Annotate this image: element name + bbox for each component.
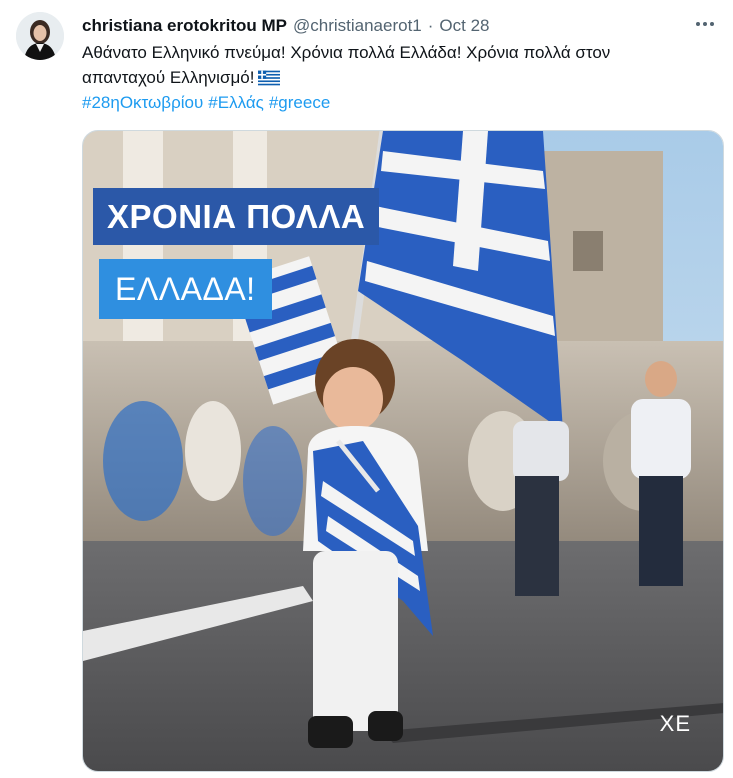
hashtag-link[interactable]: #greece	[269, 93, 330, 112]
tweet-header: christiana erotokritou MP @christianaero…	[82, 14, 673, 38]
hashtag-link[interactable]: #Ελλάς	[208, 93, 264, 112]
avatar-image	[16, 12, 64, 60]
author-handle[interactable]: @christianaerot1	[293, 16, 422, 36]
more-options-button[interactable]	[691, 12, 719, 36]
tweet-text-block: Αθάνατο Ελληνικό πνεύμα! Χρόνια πολλά Ελ…	[82, 40, 692, 93]
banner-country: ΕΛΛΑΔΑ!	[99, 259, 272, 319]
image-watermark: ΧΕ	[659, 711, 691, 736]
banner-greeting: ΧΡΟΝΙΑ ΠΟΛΛΑ	[93, 188, 380, 245]
hashtag-link[interactable]: #28ηΟκτωβρίου	[82, 93, 203, 112]
author-name[interactable]: christiana erotokritou MP	[82, 16, 287, 36]
tweet-text: Αθάνατο Ελληνικό πνεύμα! Χρόνια πολλά Ελ…	[82, 43, 611, 87]
tweet-media-image[interactable]: ΧΡΟΝΙΑ ΠΟΛΛΑ ΕΛΛΑΔΑ! ΧΕ	[82, 130, 724, 772]
separator-dot: ·	[427, 16, 434, 35]
avatar[interactable]	[16, 12, 64, 60]
more-icon	[696, 22, 714, 26]
tweet-date[interactable]: Oct 28	[439, 16, 489, 36]
tweet: christiana erotokritou MP @christianaero…	[0, 0, 733, 778]
hashtags: #28ηΟκτωβρίου #Ελλάς #greece	[82, 90, 335, 115]
